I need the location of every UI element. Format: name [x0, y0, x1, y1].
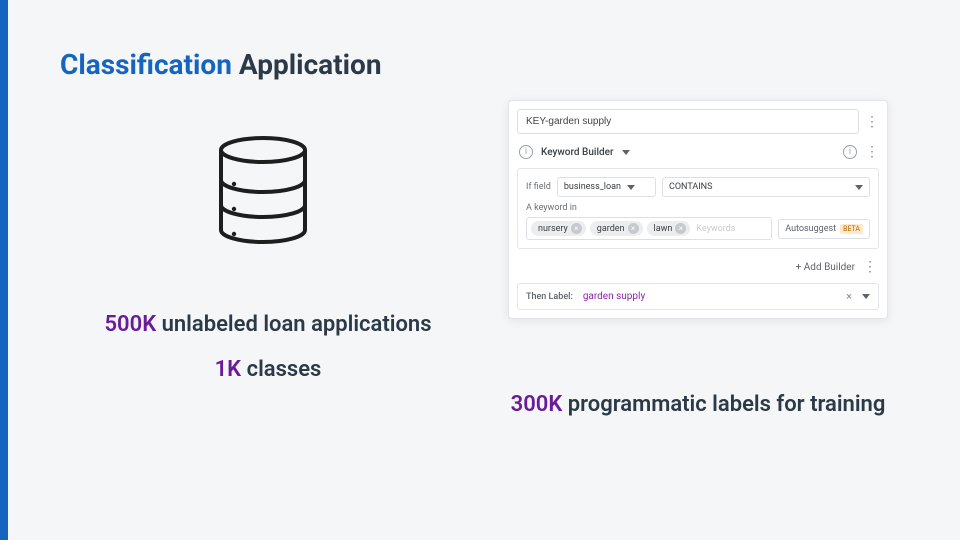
right-caption: 300K programmatic labels for training [508, 390, 888, 421]
classes-label: classes [247, 357, 322, 382]
unlabeled-count: 500K [104, 312, 156, 337]
field-select-value: business_loan [564, 182, 621, 192]
then-label-row: Then Label: garden supply × [517, 283, 879, 310]
programmatic-count: 300K [511, 392, 563, 417]
keyword-tag: lawn × [647, 221, 691, 236]
beta-badge: BETA [840, 224, 863, 234]
keyword-tag: nursery × [531, 221, 586, 236]
title-rest: Application [239, 48, 382, 81]
slide-title: Classification Application [60, 48, 382, 81]
operator-select[interactable]: CONTAINS [662, 177, 870, 197]
field-select[interactable]: business_loan [557, 177, 656, 197]
builder-type-label: Keyword Builder [541, 147, 614, 158]
more-menu-icon[interactable]: ⋮ [863, 259, 877, 275]
then-label-value: garden supply [583, 291, 836, 302]
chevron-down-icon[interactable] [622, 150, 630, 155]
more-menu-icon[interactable]: ⋮ [865, 114, 879, 130]
chevron-down-icon[interactable] [862, 294, 870, 299]
operator-select-value: CONTAINS [669, 182, 712, 192]
info-icon[interactable]: i [519, 145, 533, 159]
keyword-builder-panel: ⋮ i Keyword Builder i ⋮ If field busines… [508, 100, 888, 319]
keywords-input[interactable]: nursery × garden × lawn × Keywords [526, 217, 772, 240]
add-builder-button[interactable]: + Add Builder [796, 262, 855, 273]
remove-tag-icon[interactable]: × [571, 223, 582, 234]
keywords-placeholder: Keywords [694, 224, 735, 234]
if-field-label: If field [526, 182, 551, 192]
keyword-in-label: A keyword in [526, 203, 870, 213]
rule-name-input[interactable] [517, 109, 859, 134]
unlabeled-label: unlabeled loan applications [162, 312, 432, 337]
classes-count: 1K [215, 357, 242, 382]
title-highlighted: Classification [60, 48, 232, 81]
clear-label-icon[interactable]: × [846, 290, 852, 303]
database-icon [208, 135, 318, 255]
autosuggest-button[interactable]: Autosuggest BETA [778, 219, 870, 239]
then-label-text: Then Label: [526, 292, 573, 302]
condition-block: If field business_loan CONTAINS A keywor… [517, 168, 879, 249]
remove-tag-icon[interactable]: × [675, 223, 686, 234]
chevron-down-icon [855, 185, 863, 190]
keyword-tag: garden × [590, 221, 643, 236]
chevron-down-icon [627, 185, 635, 190]
info-icon[interactable]: i [843, 145, 857, 159]
left-caption: 500K unlabeled loan applications 1K clas… [88, 310, 448, 386]
more-menu-icon[interactable]: ⋮ [865, 144, 879, 160]
remove-tag-icon[interactable]: × [628, 223, 639, 234]
programmatic-label: programmatic labels for training [568, 392, 886, 417]
